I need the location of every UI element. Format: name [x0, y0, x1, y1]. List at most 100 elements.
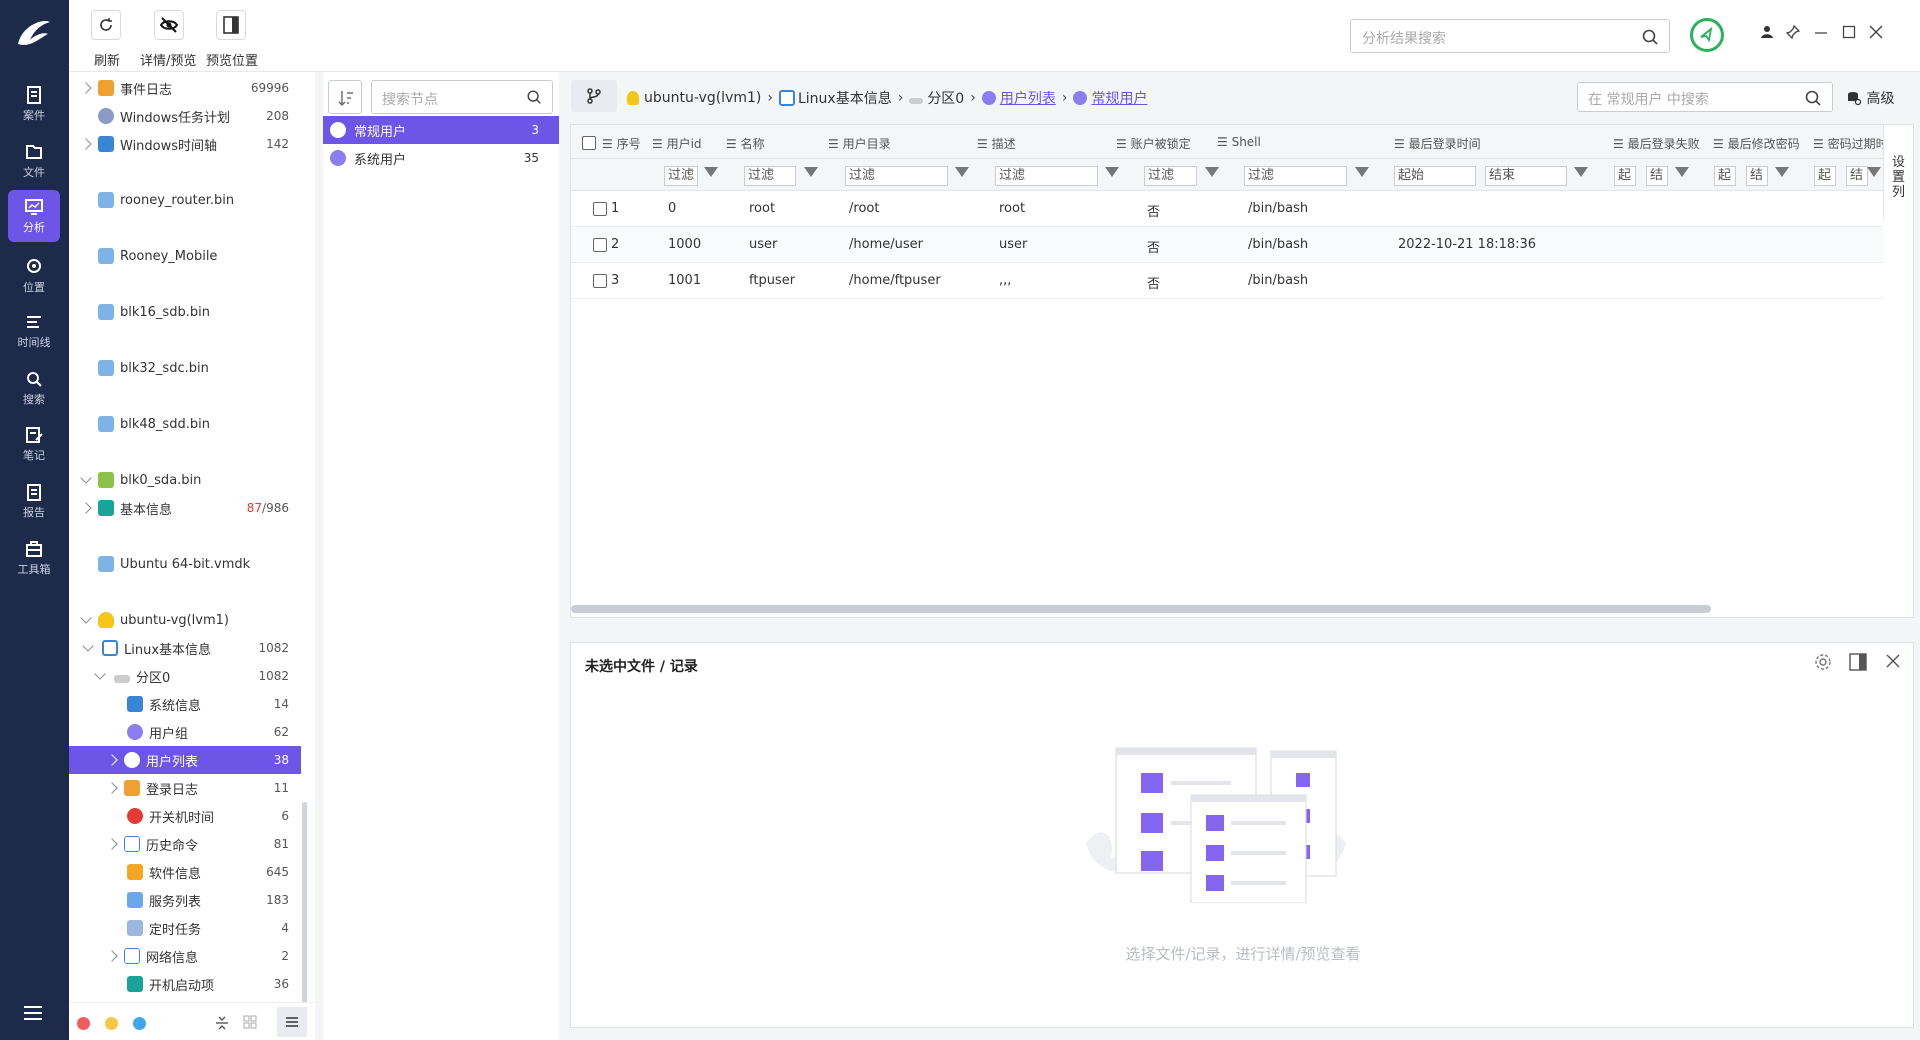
tree-item[interactable]: blk16_sdb.bin	[69, 298, 301, 326]
breadcrumb-item[interactable]: Linux基本信息	[798, 88, 892, 108]
nav-report[interactable]: 报告	[8, 475, 60, 527]
breadcrumb-item[interactable]: 用户列表	[1000, 88, 1056, 108]
chevron-down-icon[interactable]	[82, 640, 94, 652]
column-header[interactable]: ☰ Shell	[1217, 135, 1261, 149]
table-row[interactable]: 1 0 root /root root 否 /bin/bash	[571, 191, 1883, 227]
tree-item[interactable]: 系统信息 14	[69, 690, 301, 718]
chevron-right-icon[interactable]	[106, 754, 118, 766]
nav-location[interactable]: 位置	[8, 250, 60, 302]
date-end-input[interactable]: 结	[1846, 166, 1868, 186]
nav-file[interactable]: 文件	[8, 135, 60, 187]
breadcrumb-item[interactable]: 常规用户	[1091, 88, 1147, 108]
column-header[interactable]: ☰ 用户目录	[828, 135, 891, 152]
row-checkbox[interactable]	[593, 238, 607, 252]
nav-analysis[interactable]: 分析	[8, 190, 60, 242]
row-checkbox[interactable]	[593, 274, 607, 288]
nav-note[interactable]: 笔记	[8, 418, 60, 470]
filter-input[interactable]: 过滤	[744, 166, 796, 186]
search-icon[interactable]	[526, 89, 542, 105]
chevron-down-icon[interactable]	[80, 472, 92, 484]
breadcrumb-item[interactable]: 分区0	[927, 88, 964, 108]
horizontal-scrollbar[interactable]	[571, 605, 1711, 613]
select-all-checkbox[interactable]	[582, 136, 596, 150]
sort-button[interactable]	[328, 80, 362, 114]
filter-icon[interactable]	[1105, 167, 1119, 177]
date-end-input[interactable]: 结	[1646, 166, 1668, 186]
nav-toolbox[interactable]: 工具箱	[8, 532, 60, 584]
close-icon[interactable]	[1885, 653, 1901, 669]
column-header[interactable]: ☰ 密码过期时间	[1813, 135, 1883, 152]
tree-item[interactable]: blk32_sdc.bin	[69, 354, 301, 382]
table-row[interactable]: 2 1000 user /home/user user 否 /bin/bash …	[571, 227, 1883, 263]
filter-icon[interactable]	[955, 167, 969, 177]
refresh-button[interactable]	[91, 10, 121, 40]
tree-item[interactable]: Linux基本信息 1082	[69, 634, 301, 662]
chevron-right-icon[interactable]	[106, 782, 118, 794]
tree-item[interactable]: 事件日志 69996	[69, 74, 301, 102]
date-start-input[interactable]: 起	[1614, 166, 1636, 186]
tree-item[interactable]: 定时任务 4	[69, 914, 301, 942]
status-badge-icon[interactable]	[1690, 18, 1724, 52]
chevron-right-icon[interactable]	[80, 138, 92, 150]
list-view-button[interactable]	[277, 1007, 307, 1037]
tree-item[interactable]: ubuntu-vg(lvm1)	[69, 606, 301, 634]
node-search-input[interactable]: 搜索节点	[371, 80, 553, 114]
result-search-input[interactable]: 分析结果搜索	[1350, 19, 1670, 53]
tree-item[interactable]: 分区0 1082	[69, 662, 301, 690]
scoped-search-input[interactable]: 在 常规用户 中搜索	[1577, 82, 1833, 112]
tree-item[interactable]: Rooney_Mobile	[69, 242, 301, 270]
column-header[interactable]: ☰ 描述	[977, 135, 1016, 152]
filter-icon[interactable]	[1775, 167, 1789, 177]
panel-right-icon[interactable]	[1849, 653, 1867, 671]
filter-icon[interactable]	[1675, 167, 1689, 177]
filter-icon[interactable]	[1867, 167, 1881, 177]
yellow-dot-icon[interactable]	[105, 1017, 118, 1030]
minimize-icon[interactable]	[1814, 25, 1828, 43]
nav-case[interactable]: 案件	[8, 78, 60, 130]
tree-item[interactable]: 开机启动项 36	[69, 970, 301, 998]
column-header[interactable]: ☰ 名称	[726, 135, 765, 152]
tree-item[interactable]: 用户组 62	[69, 718, 301, 746]
filter-icon[interactable]	[1355, 167, 1369, 177]
collapse-icon[interactable]	[215, 1015, 229, 1031]
filter-input[interactable]: 过滤	[845, 166, 948, 186]
nav-search[interactable]: 搜索	[8, 362, 60, 414]
date-end-input[interactable]: 结束	[1485, 166, 1567, 186]
filter-input[interactable]: 过滤	[1144, 166, 1197, 186]
tree-item[interactable]: Windows任务计划 208	[69, 102, 301, 130]
category-item-system-users[interactable]: 系统用户 35	[323, 144, 559, 172]
tree-item[interactable]: Ubuntu 64-bit.vmdk	[69, 550, 301, 578]
chevron-right-icon[interactable]	[80, 82, 92, 94]
chevron-right-icon[interactable]	[106, 838, 118, 850]
chevron-down-icon[interactable]	[80, 612, 92, 624]
column-header[interactable]: ☰ 用户id	[652, 135, 702, 152]
breadcrumb-item[interactable]: ubuntu-vg(lvm1)	[644, 90, 761, 106]
column-settings-button[interactable]: 设置列	[1883, 125, 1913, 219]
detail-preview-button[interactable]	[154, 10, 184, 40]
tree-item[interactable]: 服务列表 183	[69, 886, 301, 914]
search-icon[interactable]	[1804, 89, 1822, 107]
tree-item[interactable]: 历史命令 81	[69, 830, 301, 858]
user-icon[interactable]	[1760, 25, 1774, 43]
tree-item[interactable]: 软件信息 645	[69, 858, 301, 886]
tree-item[interactable]: rooney_router.bin	[69, 186, 301, 214]
gear-icon[interactable]	[1814, 653, 1832, 671]
branch-button[interactable]	[571, 80, 617, 112]
chevron-right-icon[interactable]	[106, 950, 118, 962]
filter-icon[interactable]	[804, 167, 818, 177]
column-header[interactable]: ☰ 最后登录失败	[1613, 135, 1700, 152]
row-checkbox[interactable]	[593, 202, 607, 216]
date-start-input[interactable]: 起始	[1394, 166, 1476, 186]
column-header[interactable]: ☰ 最后登录时间	[1394, 135, 1481, 152]
tree-item[interactable]: Windows时间轴 142	[69, 130, 301, 158]
column-header[interactable]: ☰ 序号	[602, 135, 641, 152]
filter-input[interactable]: 过滤	[1244, 166, 1347, 186]
menu-icon[interactable]	[22, 1005, 44, 1025]
pin-icon[interactable]	[1785, 24, 1801, 43]
blue-dot-icon[interactable]	[133, 1017, 146, 1030]
search-icon[interactable]	[1641, 28, 1659, 46]
date-start-input[interactable]: 起	[1814, 166, 1836, 186]
column-header[interactable]: ☰ 账户被锁定	[1116, 135, 1191, 152]
tree-item[interactable]: 基本信息 87/986	[69, 494, 301, 522]
table-row[interactable]: 3 1001 ftpuser /home/ftpuser ,,, 否 /bin/…	[571, 263, 1883, 299]
